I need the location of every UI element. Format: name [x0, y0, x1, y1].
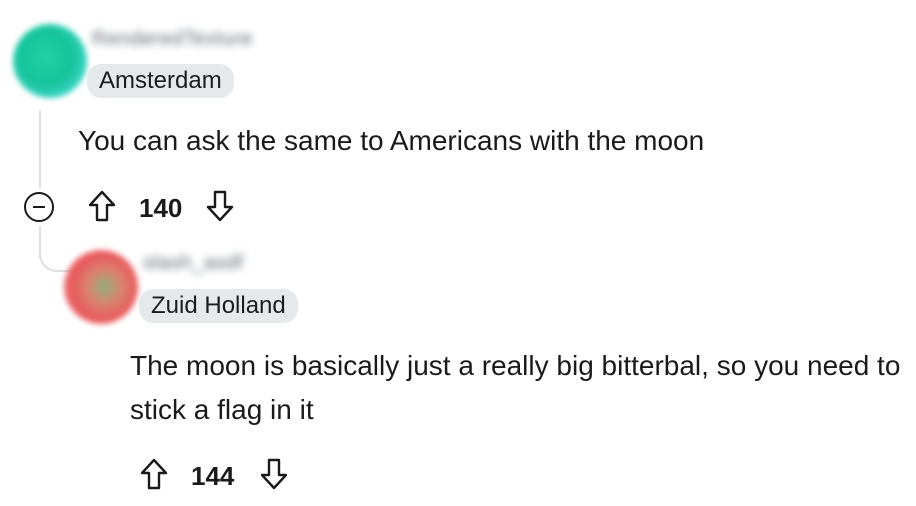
- username[interactable]: RenderedTexture: [92, 28, 253, 51]
- comment-body: The moon is basically just a really big …: [130, 350, 901, 425]
- upvote-arrow-icon[interactable]: [87, 189, 117, 223]
- vote-score: 144: [191, 461, 235, 491]
- collapse-icon[interactable]: [24, 192, 54, 222]
- username[interactable]: slash_asdf: [143, 252, 244, 275]
- comment-body: You can ask the same to Americans with t…: [78, 125, 705, 156]
- thread-line[interactable]: [39, 110, 41, 188]
- downvote-arrow-icon[interactable]: [259, 457, 289, 491]
- downvote-arrow-icon[interactable]: [205, 189, 235, 223]
- user-flair: Zuid Holland: [139, 289, 298, 323]
- avatar[interactable]: [13, 24, 87, 98]
- avatar[interactable]: [64, 250, 138, 324]
- vote-score: 140: [139, 193, 183, 223]
- upvote-arrow-icon[interactable]: [139, 457, 169, 491]
- user-flair: Amsterdam: [87, 64, 234, 98]
